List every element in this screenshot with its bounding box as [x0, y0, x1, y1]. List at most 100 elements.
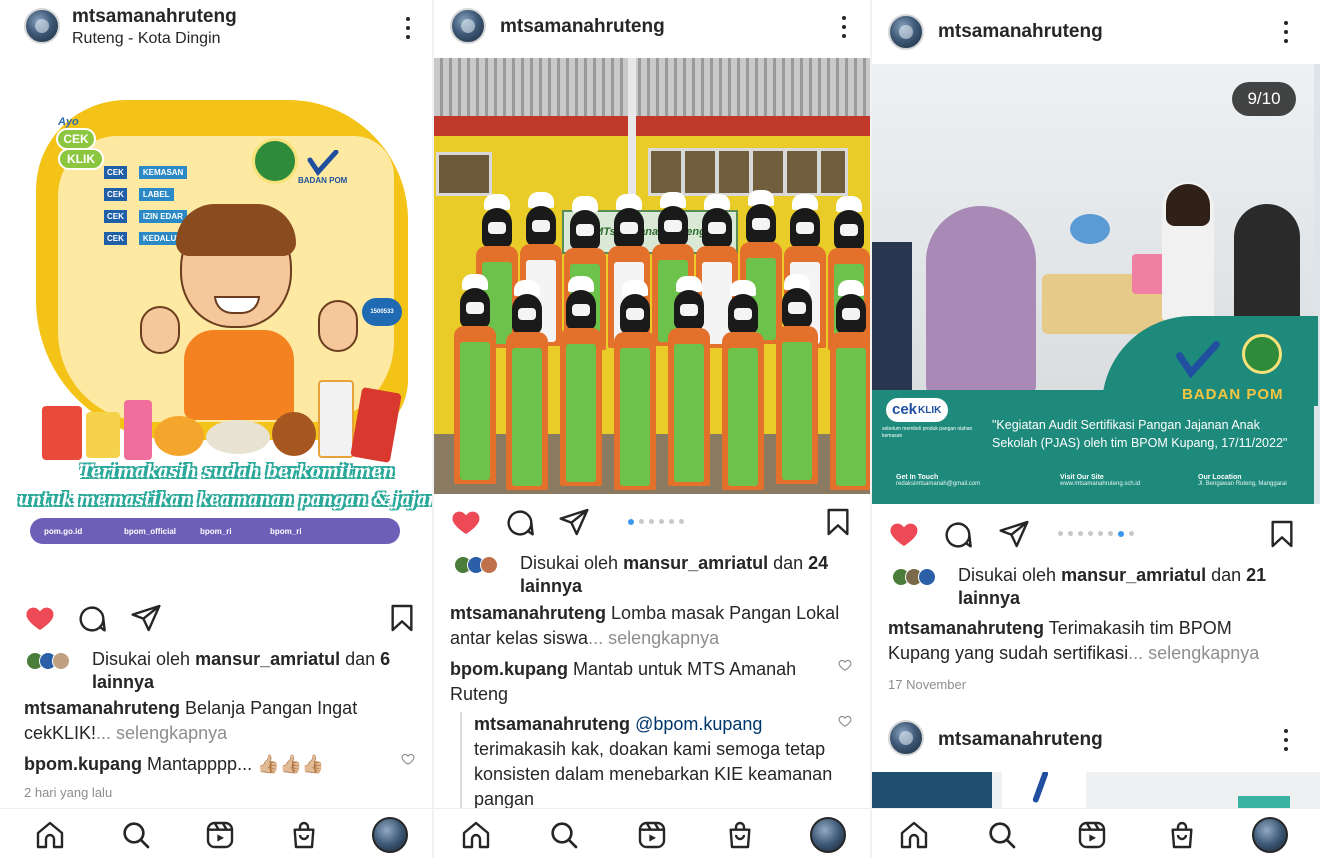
likes-suffix[interactable]: lainnya [520, 576, 582, 596]
share-icon[interactable] [130, 602, 162, 634]
likes-user[interactable]: mansur_amriatul [195, 649, 340, 669]
likes-count[interactable]: 6 [380, 649, 390, 669]
caption-username[interactable]: mtsamanahruteng [888, 618, 1044, 638]
reply-like-icon[interactable] [838, 714, 852, 728]
student-figure [504, 280, 548, 490]
student-figure [720, 280, 764, 490]
boy-hand-right [318, 300, 358, 352]
likes-text[interactable]: Disukai oleh mansur_amriatul dan 6 lainny… [92, 648, 422, 694]
student-figure [666, 276, 710, 486]
like-heart-icon[interactable] [450, 506, 482, 538]
bookmark-icon[interactable] [1266, 518, 1298, 550]
more-link[interactable]: ... selengkapnya [1128, 643, 1259, 663]
shop-icon[interactable] [288, 819, 320, 851]
post-image[interactable]: 9/10 BADAN POM cek KLIK sebelum membeli … [872, 64, 1320, 504]
likes-user[interactable]: mansur_amriatul [623, 553, 768, 573]
reels-icon[interactable] [1076, 819, 1108, 851]
footer-contact-title: Get In Touch [896, 474, 939, 481]
likes-suffix[interactable]: lainnya [958, 588, 1020, 608]
footer-location: Our Location Jl. Bengawan Ruteng, Mangga… [1198, 474, 1287, 487]
home-icon[interactable] [460, 819, 492, 851]
checklist-cek: CEK [104, 210, 127, 223]
logo-ayo-text: Ayo [58, 116, 79, 128]
reply-mention[interactable]: @bpom.kupang [635, 714, 762, 734]
like-heart-icon[interactable] [888, 518, 920, 550]
reels-icon[interactable] [204, 819, 236, 851]
share-icon[interactable] [998, 518, 1030, 550]
search-icon[interactable] [986, 819, 1018, 851]
likes-user[interactable]: mansur_amriatul [1061, 565, 1206, 585]
search-icon[interactable] [548, 819, 580, 851]
post-username[interactable]: mtsamanahruteng [500, 16, 665, 38]
profile-avatar[interactable] [888, 14, 924, 50]
caption-username[interactable]: mtsamanahruteng [24, 698, 180, 718]
footer-site-title: Visit Our Site [1060, 474, 1104, 481]
comment-username[interactable]: bpom.kupang [450, 659, 568, 679]
more-options-icon[interactable] [1276, 19, 1296, 45]
next-post-image[interactable] [872, 772, 1320, 808]
more-link[interactable]: ... selengkapnya [588, 628, 719, 648]
post-caption: mtsamanahruteng Lomba masak Pangan Lokal… [450, 601, 846, 651]
cekklik-cek: cek [892, 401, 918, 418]
share-icon[interactable] [558, 506, 590, 538]
post-username[interactable]: mtsamanahruteng [938, 729, 1103, 751]
likes-text[interactable]: Disukai oleh mansur_amriatul dan 24 lainn… [520, 552, 860, 598]
footer-contact-value: redaksimtsamanah@gmail.com [896, 481, 981, 487]
checklist-item: KEMASAN [138, 166, 188, 179]
comment-icon[interactable] [942, 519, 974, 551]
like-heart-icon[interactable] [24, 602, 56, 634]
comment-like-icon[interactable] [838, 658, 852, 672]
shop-icon[interactable] [724, 819, 756, 851]
likes-suffix[interactable]: lainnya [92, 672, 154, 692]
comment-like-icon[interactable] [401, 752, 415, 766]
checklist-cek: CEK [104, 166, 127, 179]
comment-icon[interactable] [504, 507, 536, 539]
shop-icon[interactable] [1166, 819, 1198, 851]
post-image[interactable]: Ayo CEK KLIK CEK KEMASAN CEK LABEL CEK IZIN… [0, 58, 432, 598]
profile-avatar[interactable] [450, 8, 486, 44]
footer-contact: Get In Touch redaksimtsamanah@gmail.com [896, 474, 980, 487]
caption-username[interactable]: mtsamanahruteng [450, 603, 606, 623]
student-figure [774, 274, 818, 484]
next-image-block [1238, 796, 1290, 808]
poster-line-1: Terimakasih sudah berkomitmen [80, 462, 395, 482]
post-panel-1: mtsamanahruteng Ruteng - Kota Dingin Ayo… [0, 0, 432, 858]
more-options-icon[interactable] [398, 15, 418, 41]
likes-count[interactable]: 24 [808, 553, 828, 573]
reply-thread-line [460, 712, 462, 808]
post-caption: mtsamanahruteng Terimakasih tim BPOM Kup… [888, 616, 1298, 666]
post-username[interactable]: mtsamanahruteng [72, 6, 237, 28]
more-link[interactable]: ... selengkapnya [96, 723, 227, 743]
profile-tab-avatar[interactable] [372, 817, 408, 853]
food-illustration [42, 376, 402, 466]
more-options-icon[interactable] [1276, 727, 1296, 753]
profile-avatar[interactable] [24, 8, 60, 44]
comment-username[interactable]: bpom.kupang [24, 754, 142, 774]
social-twitter: bpom_ri [200, 527, 232, 536]
carousel-counter: 9/10 [1232, 82, 1296, 116]
social-facebook: bpom_official [124, 527, 177, 536]
bpom-logo-text: BADAN POM [298, 176, 348, 185]
profile-tab-avatar[interactable] [1252, 817, 1288, 853]
profile-tab-avatar[interactable] [810, 817, 846, 853]
post-image[interactable]: MTs. Amanah Ruteng [434, 58, 870, 494]
comment-icon[interactable] [76, 603, 108, 635]
search-icon[interactable] [120, 819, 152, 851]
reply-username[interactable]: mtsamanahruteng [474, 714, 630, 734]
bookmark-icon[interactable] [386, 602, 418, 634]
post-location[interactable]: Ruteng - Kota Dingin [72, 30, 221, 48]
likes-count[interactable]: 21 [1246, 565, 1266, 585]
bookmark-icon[interactable] [822, 506, 854, 538]
more-options-icon[interactable] [834, 14, 854, 40]
reels-icon[interactable] [636, 819, 668, 851]
post-caption: mtsamanahruteng Belanja Pangan Ingat cek… [24, 696, 420, 746]
post-time: 2 hari yang lalu [24, 785, 113, 800]
profile-avatar[interactable] [888, 720, 924, 756]
likes-text[interactable]: Disukai oleh mansur_amriatul dan 21 lainn… [958, 564, 1308, 610]
home-icon[interactable] [34, 819, 66, 851]
next-image-block [872, 772, 992, 808]
home-icon[interactable] [898, 819, 930, 851]
social-instagram: bpom_ri [270, 527, 302, 536]
checklist-cek: CEK [104, 188, 127, 201]
post-username[interactable]: mtsamanahruteng [938, 21, 1103, 43]
